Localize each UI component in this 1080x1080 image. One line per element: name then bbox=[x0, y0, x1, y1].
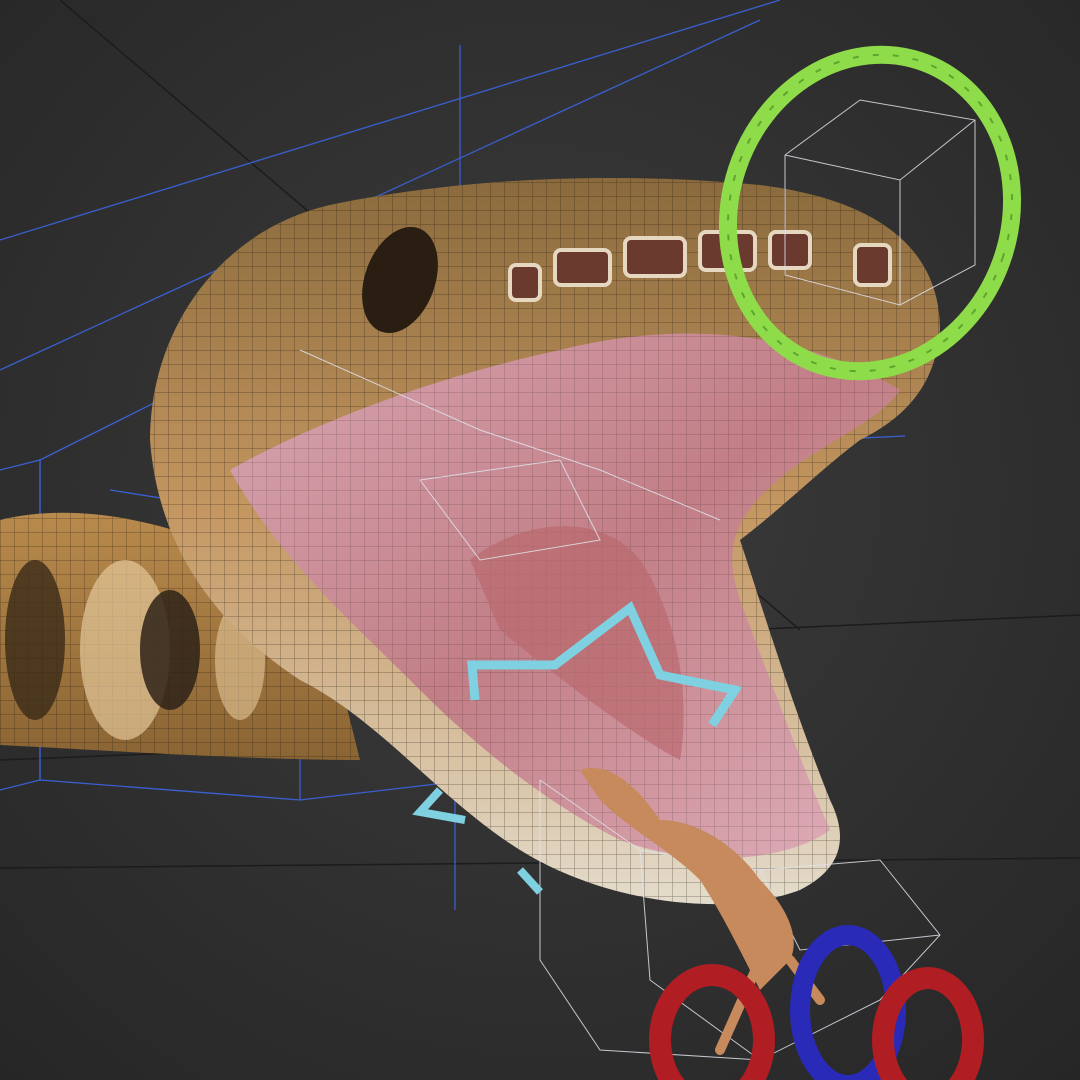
3d-viewport[interactable] bbox=[0, 0, 1080, 1080]
viewport-canvas[interactable] bbox=[0, 0, 1080, 1080]
